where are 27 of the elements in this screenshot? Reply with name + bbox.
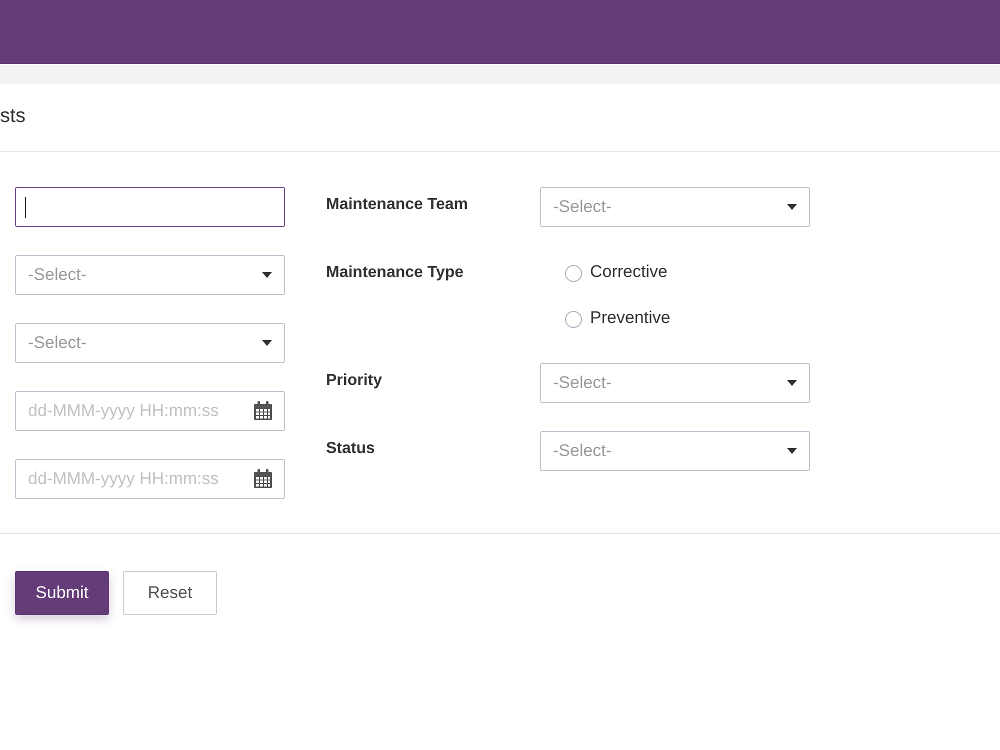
page-title: sts: [0, 104, 26, 128]
caret-down-icon: [787, 204, 797, 210]
caret-down-icon: [262, 340, 272, 346]
dropdown[interactable]: -Select-: [540, 187, 810, 227]
field-label: Priority: [326, 372, 382, 389]
text-cursor-icon: [25, 196, 26, 218]
date-time-field[interactable]: dd-MMM-yyyy HH:mm:ss: [15, 391, 285, 431]
dropdown[interactable]: -Select-: [15, 255, 285, 295]
radio-button[interactable]: [565, 264, 582, 282]
radio-label[interactable]: Corrective: [590, 262, 668, 282]
radio-button[interactable]: [565, 310, 582, 328]
date-time-field[interactable]: dd-MMM-yyyy HH:mm:ss: [15, 459, 285, 499]
caret-down-icon: [262, 272, 272, 278]
dropdown[interactable]: -Select-: [15, 323, 285, 363]
dropdown[interactable]: -Select-: [540, 431, 810, 471]
dropdown[interactable]: -Select-: [540, 363, 810, 403]
submit-button[interactable]: Submit: [15, 571, 109, 615]
calendar-icon: [254, 401, 272, 420]
text-input-field[interactable]: [15, 187, 285, 227]
reset-button[interactable]: Reset: [123, 571, 217, 615]
field-label: Maintenance Team: [326, 196, 468, 213]
field-label: Status: [326, 440, 375, 457]
caret-down-icon: [787, 448, 797, 454]
radio-label[interactable]: Preventive: [590, 308, 670, 328]
caret-down-icon: [787, 380, 797, 386]
field-label: Maintenance Type: [326, 264, 464, 281]
calendar-icon: [254, 469, 272, 488]
